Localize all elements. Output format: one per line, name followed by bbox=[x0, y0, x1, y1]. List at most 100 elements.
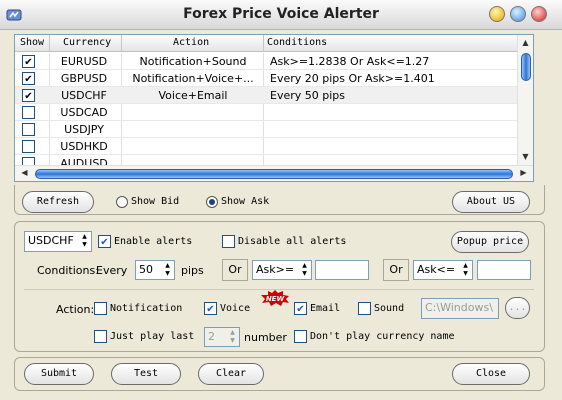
or-label-1: Or bbox=[222, 259, 248, 281]
spin-arrows-icon[interactable]: ▲ ▼ bbox=[299, 262, 310, 278]
voice-label: Voice bbox=[220, 303, 251, 314]
about-us-button[interactable]: About US bbox=[452, 191, 530, 213]
notification-label: Notification bbox=[110, 303, 183, 314]
table-row[interactable]: USDCAD bbox=[15, 104, 518, 121]
disable-all-checkbox[interactable] bbox=[222, 235, 235, 248]
sound-checkbox[interactable] bbox=[358, 302, 371, 315]
action-cell: Notification+Sound bbox=[139, 55, 247, 68]
email-label: Email bbox=[310, 303, 341, 314]
currency-cell: EURUSD bbox=[60, 55, 108, 68]
horizontal-scrollbar[interactable]: ◀ ▶ bbox=[15, 165, 533, 181]
table-row[interactable]: USDHKD bbox=[15, 138, 518, 155]
every-pips-input[interactable]: 50 ▲ ▼ bbox=[135, 260, 175, 280]
vertical-scrollbar[interactable]: ▲ ▼ bbox=[517, 35, 533, 165]
currency-cell: USDHKD bbox=[60, 140, 108, 153]
header-show[interactable]: Show bbox=[20, 37, 44, 48]
spin-arrows-icon[interactable]: ▲ ▼ bbox=[227, 329, 238, 345]
number-label: number bbox=[244, 331, 287, 344]
grid-rows: EURUSD Notification+Sound Ask>=1.2838 Or… bbox=[15, 53, 518, 165]
popup-price-button[interactable]: Popup price bbox=[451, 231, 529, 253]
spin-arrows-icon[interactable]: ▲ ▼ bbox=[79, 233, 90, 249]
show-checkbox[interactable] bbox=[22, 140, 35, 153]
condition-2-operator[interactable]: Ask<= ▲ ▼ bbox=[413, 260, 473, 280]
conditions-label: Conditions: bbox=[37, 264, 99, 277]
submit-button[interactable]: Submit bbox=[24, 363, 94, 385]
just-play-last-label: Just play last bbox=[110, 331, 195, 342]
vertical-scroll-thumb[interactable] bbox=[521, 53, 531, 81]
action-label: Action: bbox=[56, 303, 95, 316]
email-checkbox[interactable] bbox=[294, 302, 307, 315]
conditions-cell: Every 20 pips Or Ask>=1.401 bbox=[270, 72, 435, 85]
browse-button[interactable]: ... bbox=[505, 297, 530, 319]
condition-1-operator[interactable]: Ask>= ▲ ▼ bbox=[252, 260, 312, 280]
scroll-up-icon[interactable]: ▲ bbox=[518, 36, 533, 50]
test-button[interactable]: Test bbox=[111, 363, 181, 385]
or-label-2: Or bbox=[383, 259, 409, 281]
table-row[interactable]: USDJPY bbox=[15, 121, 518, 138]
condition-2-value-input[interactable] bbox=[477, 260, 531, 280]
condition-1-operator-value: Ask>= bbox=[256, 263, 295, 276]
number-value: 2 bbox=[208, 330, 215, 343]
currency-cell: USDCHF bbox=[61, 89, 107, 102]
refresh-button[interactable]: Refresh bbox=[22, 191, 94, 213]
header-conditions[interactable]: Conditions bbox=[267, 37, 327, 48]
grid-header: Show Currency Action Conditions bbox=[15, 35, 518, 52]
action-cell: Notification+Voice+... bbox=[132, 72, 254, 85]
currency-select-value: USDCHF bbox=[28, 234, 74, 247]
conditions-cell: Ask>=1.2838 Or Ask<=1.27 bbox=[270, 55, 430, 68]
enable-alerts-checkbox[interactable] bbox=[98, 235, 111, 248]
new-badge-text: NEW bbox=[266, 295, 285, 303]
table-row[interactable]: EURUSD Notification+Sound Ask>=1.2838 Or… bbox=[15, 53, 518, 70]
condition-1-value-input[interactable] bbox=[315, 260, 369, 280]
show-ask-radio[interactable] bbox=[206, 196, 218, 208]
currency-grid: Show Currency Action Conditions EURUSD N… bbox=[14, 34, 534, 182]
maximize-button[interactable] bbox=[510, 6, 526, 22]
show-bid-label: Show Bid bbox=[131, 196, 180, 207]
table-row[interactable]: USDCHF Voice+Email Every 50 pips bbox=[15, 87, 518, 104]
window-title: Forex Price Voice Alerter bbox=[183, 6, 379, 22]
dont-play-label: Don't play currency name bbox=[310, 331, 455, 342]
header-currency[interactable]: Currency bbox=[63, 37, 111, 48]
currency-cell: USDCAD bbox=[60, 106, 108, 119]
just-play-last-checkbox[interactable] bbox=[94, 330, 107, 343]
show-checkbox[interactable] bbox=[22, 55, 35, 68]
close-window-button[interactable] bbox=[531, 6, 547, 22]
close-button[interactable]: Close bbox=[452, 363, 530, 385]
dont-play-checkbox[interactable] bbox=[294, 330, 307, 343]
sound-label: Sound bbox=[374, 303, 405, 314]
show-checkbox[interactable] bbox=[22, 157, 35, 165]
clear-button[interactable]: Clear bbox=[198, 363, 264, 385]
show-ask-label: Show Ask bbox=[221, 196, 270, 207]
scroll-left-icon[interactable]: ◀ bbox=[17, 166, 32, 180]
enable-alerts-label: Enable alerts bbox=[114, 236, 193, 247]
condition-2-operator-value: Ask<= bbox=[417, 263, 456, 276]
minimize-button[interactable] bbox=[489, 6, 505, 22]
show-checkbox[interactable] bbox=[22, 123, 35, 136]
pips-label: pips bbox=[181, 264, 204, 277]
scroll-right-icon[interactable]: ▶ bbox=[516, 166, 531, 180]
conditions-cell: Every 50 pips bbox=[270, 89, 346, 102]
table-row[interactable]: GBPUSD Notification+Voice+... Every 20 p… bbox=[15, 70, 518, 87]
number-input[interactable]: 2 ▲ ▼ bbox=[204, 327, 240, 347]
show-checkbox[interactable] bbox=[22, 72, 35, 85]
show-bid-radio[interactable] bbox=[116, 196, 128, 208]
show-checkbox[interactable] bbox=[22, 89, 35, 102]
voice-checkbox[interactable] bbox=[204, 302, 217, 315]
spin-arrows-icon[interactable]: ▲ ▼ bbox=[162, 262, 173, 278]
currency-select[interactable]: USDCHF ▲ ▼ bbox=[24, 231, 92, 252]
sound-path-input[interactable]: C:\Windows\ bbox=[421, 298, 499, 319]
new-badge-icon: NEW bbox=[261, 290, 289, 306]
sound-path-value: C:\Windows\ bbox=[425, 301, 493, 314]
title-bar: Forex Price Voice Alerter bbox=[0, 0, 562, 30]
horizontal-scroll-thumb[interactable] bbox=[35, 169, 513, 179]
table-row[interactable]: AUDUSD bbox=[15, 155, 518, 165]
header-action[interactable]: Action bbox=[173, 37, 209, 48]
show-checkbox[interactable] bbox=[22, 106, 35, 119]
scroll-down-icon[interactable]: ▼ bbox=[518, 150, 533, 164]
every-pips-value: 50 bbox=[139, 263, 153, 276]
action-cell: Voice+Email bbox=[158, 89, 228, 102]
disable-all-label: Disable all alerts bbox=[238, 236, 347, 247]
spin-arrows-icon[interactable]: ▲ ▼ bbox=[460, 262, 471, 278]
notification-checkbox[interactable] bbox=[94, 302, 107, 315]
every-label: Every bbox=[96, 264, 128, 277]
